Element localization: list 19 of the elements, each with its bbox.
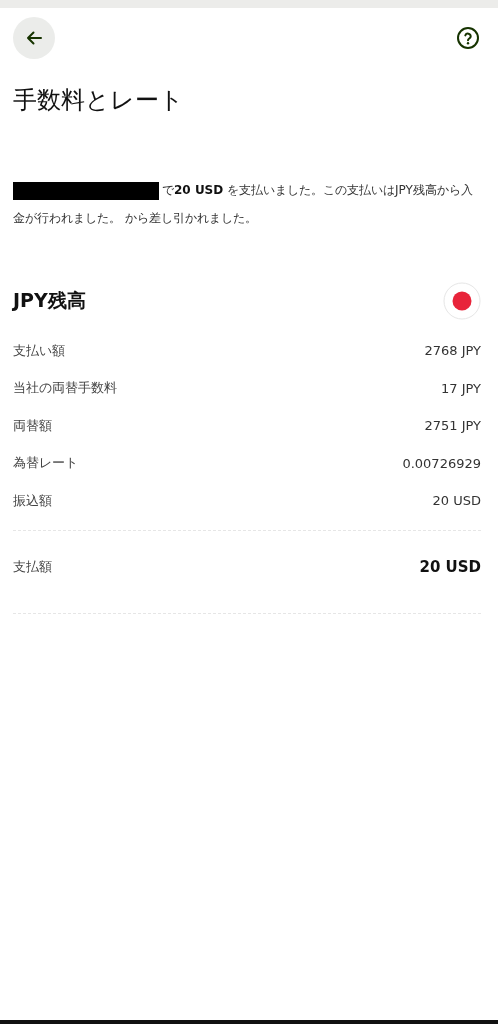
fee-label: 当社の両替手数料 — [13, 379, 117, 398]
payment-description: で20 USD を支払いました。この支払いはJPY残高から入金が行われました。 から差し引かれました。 — [13, 182, 474, 227]
fee-label: 両替額 — [13, 416, 52, 435]
fee-value: 17 JPY — [441, 380, 481, 396]
page-title: 手数料とレート — [13, 85, 185, 116]
fee-value: 20 USD — [432, 493, 481, 509]
total-label: 支払額 — [13, 557, 52, 576]
fee-label: 支払い額 — [13, 341, 65, 360]
back-button[interactable] — [13, 17, 55, 59]
balance-title: JPY残高 — [13, 288, 86, 313]
fee-value: 0.00726929 — [402, 455, 481, 471]
fee-label: 振込額 — [13, 491, 52, 510]
fee-value: 2768 JPY — [424, 343, 481, 359]
fee-label: 為替レート — [13, 454, 78, 473]
total-value: 20 USD — [419, 557, 481, 576]
help-icon[interactable] — [456, 26, 480, 50]
back-arrow-icon — [24, 28, 44, 48]
flag-icon — [443, 282, 481, 320]
fee-value: 2751 JPY — [424, 418, 481, 434]
